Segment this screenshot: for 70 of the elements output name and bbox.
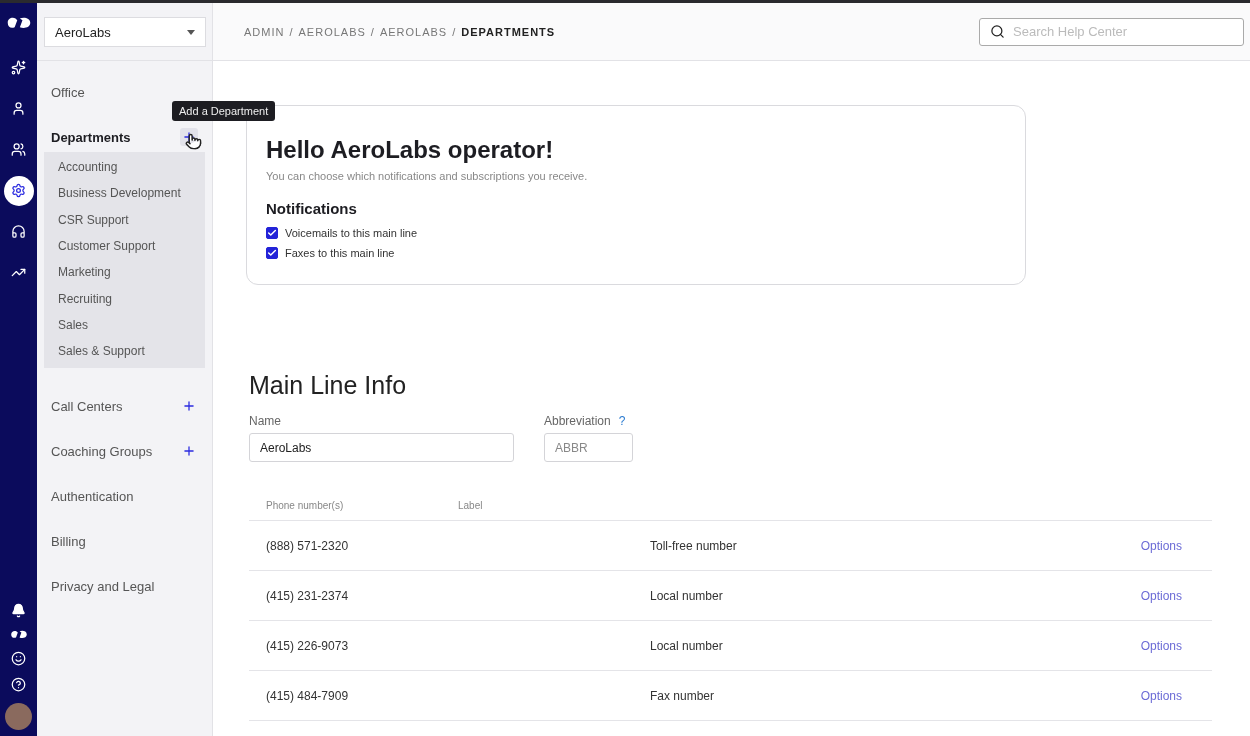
breadcrumb-item[interactable]: ADMIN (244, 25, 285, 38)
department-item[interactable]: CSR Support (44, 206, 205, 233)
number-label: Fax number (650, 688, 716, 703)
plus-icon (182, 130, 196, 144)
field-label: Abbreviation (544, 414, 611, 428)
breadcrumb-item[interactable]: AEROLABS (379, 25, 448, 38)
search-box[interactable]: Search Help Center (979, 17, 1244, 46)
sidebar-item[interactable]: Privacy and Legal (51, 578, 155, 594)
checkbox[interactable] (266, 247, 278, 259)
department-item[interactable]: Business Development (44, 180, 205, 207)
sidebar-item[interactable]: Authentication (51, 488, 134, 504)
number-label: Local number (650, 588, 724, 603)
sidebar-item[interactable]: Coaching Groups (51, 443, 153, 459)
help-icon[interactable] (11, 677, 26, 692)
section-heading: Notifications (266, 200, 358, 217)
department-item[interactable]: Recruiting (44, 285, 205, 312)
department-item[interactable]: Sales (44, 311, 205, 339)
avatar[interactable] (5, 703, 32, 730)
breadcrumb-separator: / (289, 25, 294, 38)
phone-number: (415) 226-9073 (266, 638, 350, 653)
options-link[interactable]: Options (1140, 538, 1182, 553)
settings-icon (11, 183, 26, 199)
number-label: Toll-free number (650, 538, 738, 553)
checkbox[interactable] (266, 227, 278, 239)
company-select[interactable]: AeroLabs (44, 17, 206, 47)
breadcrumb-item[interactable]: AEROLABS (298, 25, 366, 38)
sidebar-item[interactable]: Call Centers (51, 398, 123, 414)
sidebar-item[interactable]: Departments (51, 129, 131, 145)
department-item[interactable]: Accounting (44, 154, 205, 181)
department-item[interactable]: Sales & Support (44, 338, 205, 365)
logo-icon[interactable] (5, 15, 32, 31)
phone-number: (888) 571-2320 (266, 538, 350, 553)
phone-number: (415) 484-7909 (266, 688, 350, 703)
smile-icon[interactable] (11, 651, 26, 666)
options-link[interactable]: Options (1140, 638, 1182, 653)
logo-icon[interactable] (9, 629, 28, 640)
abbreviation-input[interactable]: ABBR (544, 433, 633, 462)
sidebar-item[interactable]: Billing (51, 533, 86, 549)
caret-icon (187, 29, 195, 35)
breadcrumb-item: DEPARTMENTS (461, 25, 556, 38)
column-header: Label (458, 499, 484, 511)
hand-cursor-icon (185, 133, 202, 150)
headset-icon (11, 224, 26, 240)
name-input[interactable]: AeroLabs (249, 433, 514, 462)
checkbox-label: Voicemails to this main line (285, 227, 418, 239)
options-link[interactable]: Options (1140, 588, 1182, 603)
search-icon (990, 24, 1005, 39)
greeting-title: Hello AeroLabs operator! (266, 136, 555, 164)
phone-number: (415) 231-2374 (266, 588, 350, 603)
bell-icon[interactable] (11, 603, 26, 619)
tooltip: Add a Department (172, 101, 276, 121)
plus-icon (182, 444, 196, 459)
breadcrumb-separator: / (452, 25, 457, 38)
department-item[interactable]: Marketing (44, 259, 205, 286)
section-title: Main Line Info (249, 371, 408, 400)
field-label: Name (249, 414, 282, 428)
column-header: Phone number(s) (266, 499, 345, 511)
sidebar-item[interactable]: Office (51, 84, 85, 100)
number-label: Local number (650, 638, 724, 653)
plus-icon (182, 399, 196, 414)
sparkle-icon (11, 60, 26, 76)
person-icon (11, 101, 26, 117)
department-item[interactable]: Customer Support (44, 232, 205, 260)
people-icon (11, 142, 26, 158)
options-link[interactable]: Options (1140, 688, 1182, 703)
help-link[interactable]: ? (618, 414, 626, 428)
breadcrumb-separator: / (370, 25, 375, 38)
rail-button[interactable] (3, 175, 34, 206)
checkbox-label: Faxes to this main line (285, 247, 395, 259)
greeting-subtitle: You can choose which notifications and subscriptions you receive. (266, 170, 589, 182)
